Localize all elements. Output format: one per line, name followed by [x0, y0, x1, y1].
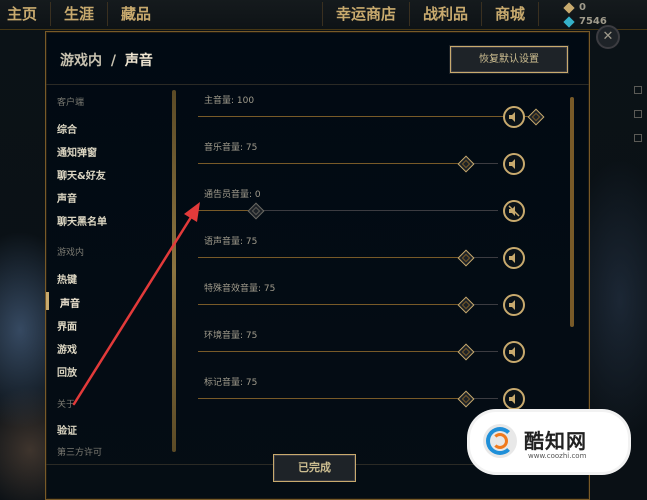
slider-track[interactable]: [198, 351, 498, 352]
slider-fill: [198, 351, 460, 352]
page-title: 游戏内 / 声音: [60, 50, 153, 70]
slider-label: 音乐音量: 75: [204, 143, 258, 153]
active-indicator: [46, 292, 49, 310]
sidebar-item-hotkeys[interactable]: 热键: [57, 271, 77, 286]
slider-thumb[interactable]: [457, 155, 475, 173]
speaker-icon[interactable]: [503, 153, 525, 175]
slider-row-voice: 语声音量: 75: [198, 228, 578, 274]
scrollbar[interactable]: [570, 97, 574, 327]
nav-loot[interactable]: 战利品: [410, 2, 483, 26]
restore-defaults-button[interactable]: 恢复默认设置: [450, 46, 568, 73]
social-icon[interactable]: [634, 86, 642, 94]
orange-essence-row: 0: [563, 1, 625, 14]
slider-fill: [198, 163, 460, 164]
sidebar-item-third-party-licenses[interactable]: 第三方许可: [57, 445, 102, 458]
slider-thumb[interactable]: [457, 249, 475, 267]
sidebar-item-chat-blocklist[interactable]: 聊天黑名单: [57, 213, 107, 228]
slider-fill: [198, 116, 530, 117]
currency-display: 0 7546: [563, 0, 625, 28]
sidebar-item-replays[interactable]: 回放: [57, 364, 77, 379]
speaker-icon[interactable]: [503, 341, 525, 363]
done-button[interactable]: 已完成: [273, 454, 356, 482]
slider-row-sfx: 特殊音效音量: 75: [198, 275, 578, 321]
slider-thumb[interactable]: [457, 296, 475, 314]
breadcrumb-separator: /: [110, 53, 116, 69]
sidebar-item-ingame-sound[interactable]: 声音: [60, 295, 80, 310]
social-icon[interactable]: [634, 110, 642, 118]
orange-essence-icon: [563, 1, 575, 14]
nav-store[interactable]: 商城: [482, 2, 540, 26]
slider-track[interactable]: [198, 398, 498, 399]
speaker-muted-icon[interactable]: [503, 200, 525, 222]
watermark-logo-icon: [483, 424, 517, 458]
social-icon[interactable]: [634, 134, 642, 142]
sidebar-divider: [172, 90, 176, 452]
sidebar-item-game[interactable]: 游戏: [57, 341, 77, 356]
slider-label: 语声音量: 75: [204, 237, 258, 247]
blue-essence-row: 7546: [563, 15, 625, 28]
slider-row-ambience: 环境音量: 75: [198, 322, 578, 368]
nav-lucky-store[interactable]: 幸运商店: [322, 2, 411, 26]
slider-track[interactable]: [198, 116, 530, 117]
sound-settings-list: 主音量: 100 音乐音量: 75 通告员音量: 0 语声音量: 75 特殊音效…: [198, 87, 578, 447]
top-navigation-bar: 主页 生涯 藏品 幸运商店 战利品 商城 0 7546: [0, 0, 647, 30]
sidebar-item-client-sound[interactable]: 声音: [57, 190, 77, 205]
sidebar-item-chat-friends[interactable]: 聊天&好友: [57, 167, 106, 182]
slider-label: 标记音量: 75: [204, 378, 258, 388]
divider: [46, 84, 589, 85]
slider-row-master: 主音量: 100: [198, 87, 578, 133]
sidebar-header-about: 关于: [57, 400, 76, 410]
sidebar-header-client: 客户端: [57, 98, 85, 108]
slider-thumb[interactable]: [457, 343, 475, 361]
slider-label: 特殊音效音量: 75: [204, 284, 276, 294]
blue-essence-icon: [563, 15, 575, 28]
slider-track[interactable]: [198, 210, 498, 211]
nav-profile[interactable]: 生涯: [51, 2, 109, 26]
watermark-url: www.coozhi.com: [528, 452, 587, 460]
slider-fill: [198, 257, 460, 258]
slider-row-announcer: 通告员音量: 0: [198, 181, 578, 227]
slider-label: 主音量: 100: [204, 96, 255, 106]
orange-essence-value: 0: [579, 2, 586, 13]
slider-track[interactable]: [198, 304, 498, 305]
sidebar-item-verification[interactable]: 验证: [57, 422, 77, 437]
speaker-icon[interactable]: [503, 106, 525, 128]
slider-fill: [198, 210, 250, 211]
watermark-name: 酷知网: [524, 429, 587, 453]
slider-thumb[interactable]: [247, 202, 265, 220]
social-panel-edge: [628, 70, 647, 220]
sidebar-item-general[interactable]: 综合: [57, 121, 77, 136]
slider-thumb[interactable]: [527, 108, 545, 126]
sidebar-item-interface[interactable]: 界面: [57, 318, 77, 333]
breadcrumb-section: 游戏内: [60, 53, 102, 69]
slider-row-music: 音乐音量: 75: [198, 134, 578, 180]
sidebar-header-ingame: 游戏内: [57, 248, 85, 258]
slider-thumb[interactable]: [457, 390, 475, 408]
slider-fill: [198, 304, 460, 305]
nav-collection[interactable]: 藏品: [108, 2, 164, 26]
breadcrumb-current: 声音: [124, 53, 153, 69]
watermark: 酷知网 www.coozhi.com: [470, 412, 628, 472]
slider-track[interactable]: [198, 257, 498, 258]
sidebar-item-notifications[interactable]: 通知弹窗: [57, 144, 97, 159]
slider-fill: [198, 398, 460, 399]
logo-ring-inner: [492, 433, 508, 449]
settings-sidebar: 客户端 综合 通知弹窗 聊天&好友 声音 聊天黑名单 游戏内 热键 声音 界面 …: [46, 87, 176, 499]
slider-row-ping: 标记音量: 75: [198, 369, 578, 415]
close-icon[interactable]: ✕: [596, 25, 620, 49]
top-nav-left: 主页 生涯 藏品: [0, 0, 164, 28]
slider-track[interactable]: [198, 163, 498, 164]
speaker-icon[interactable]: [503, 247, 525, 269]
top-nav-right: 幸运商店 战利品 商城: [322, 0, 540, 28]
speaker-icon[interactable]: [503, 388, 525, 410]
slider-label: 通告员音量: 0: [204, 190, 261, 200]
speaker-icon[interactable]: [503, 294, 525, 316]
nav-home[interactable]: 主页: [0, 2, 52, 26]
slider-label: 环境音量: 75: [204, 331, 258, 341]
